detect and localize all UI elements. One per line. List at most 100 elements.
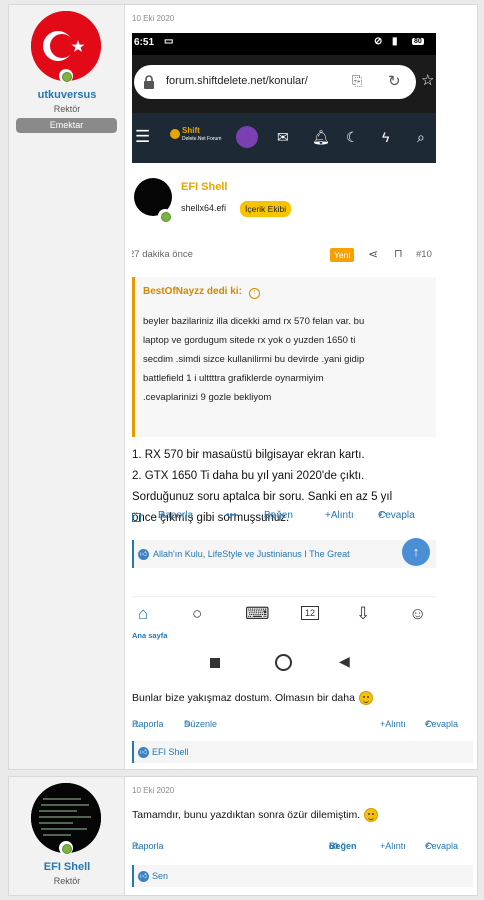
post-content: 10 Eki 2020 6:51 ▭ ⊘ ▮ 80 forum.shiftdel… [126, 5, 477, 769]
status-time: 6:51 [134, 37, 155, 48]
like-label: Beğen [264, 510, 293, 521]
message-text: Tamamdır, bunu yazdıktan sonra özür dile… [132, 809, 361, 821]
report-label: Raporla [132, 719, 164, 729]
bottom-nav: ⌂ Ana sayfa ○ ⌨ 12 ⇩ ☺ [132, 596, 436, 641]
share-icon[interactable]: ⋖ [368, 247, 378, 261]
post-date[interactable]: 10 Eki 2020 [132, 786, 174, 795]
download-icon[interactable]: ⇩ [356, 604, 370, 624]
battery-level: 80 [412, 38, 424, 45]
status-bar: 6:51 ▭ ⊘ ▮ 80 [132, 33, 436, 55]
quote-block: BestOfNayzz dedi ki: ↑ beyler bazilarini… [132, 277, 436, 437]
site-logo-icon [170, 129, 180, 139]
quote-button[interactable]: + Alıntı [380, 719, 406, 729]
attached-screenshot[interactable]: 6:51 ▭ ⊘ ▮ 80 forum.shiftdelete.net/konu… [132, 33, 436, 686]
more-label: ••• [226, 510, 237, 521]
reply-label: Cevapla [425, 841, 459, 851]
reload-icon[interactable]: ↻ [388, 72, 401, 90]
author-subtitle: shellx64.efi [181, 203, 227, 213]
select-checkbox[interactable] [132, 513, 141, 522]
search-icon[interactable]: ○ [192, 604, 202, 624]
user-cell: EFI Shell Rektör [9, 777, 125, 895]
hamburger-menu-icon[interactable]: ☰ [135, 127, 150, 147]
edit-label: Düzenle [184, 719, 218, 729]
profile-icon[interactable]: ☺ [409, 604, 426, 624]
online-status-icon [59, 841, 73, 855]
likes-text[interactable]: Allah'ın Kulu, LifeStyle ve Justinianus … [153, 549, 350, 559]
quote-label: Alıntı [330, 510, 354, 521]
system-nav: ◀ [132, 641, 436, 686]
user-avatar-icon[interactable] [236, 126, 258, 148]
quote-line: secdim .simdi sizce kullanilirmi bu devi… [143, 354, 365, 365]
reply-label: Cevapla [378, 510, 415, 521]
bell-icon[interactable]: 🔔︎ [312, 129, 330, 146]
smile-emoji-icon [358, 691, 373, 705]
quote-line: laptop ve gordugum sitede rx yok o yuzde… [143, 335, 356, 346]
author-badge: İçerik Ekibi [240, 201, 292, 217]
moon-icon[interactable]: ☾ [346, 129, 359, 146]
bookmark-icon[interactable]: ⊓ [394, 247, 403, 260]
lightning-icon[interactable]: ϟ [382, 129, 389, 145]
username[interactable]: EFI Shell [9, 861, 125, 873]
bookmark-star-icon[interactable]: ☆ [421, 71, 434, 89]
quote-author[interactable]: BestOfNayzz dedi ki: ↑ [143, 286, 260, 299]
author-name[interactable]: EFI Shell [181, 181, 227, 193]
report-label: Raporla [158, 510, 194, 521]
quote-line: .cevaplarinizi 9 gozle bekliyom [143, 392, 272, 403]
online-status-icon [158, 209, 172, 223]
likes-text[interactable]: EFI Shell [152, 747, 189, 757]
quote-button[interactable]: + Alıntı [325, 510, 354, 521]
inbox-icon[interactable]: ✉ [277, 129, 289, 146]
gamepad-icon[interactable]: ⌨ [245, 604, 270, 624]
site-logo-text[interactable]: Shift [182, 126, 200, 135]
time-ago[interactable]: 27 dakika önce [132, 249, 193, 260]
site-logo-sub: Delete.Net Forum [182, 136, 222, 142]
user-title: Rektör [53, 104, 81, 114]
username[interactable]: utkuversus [9, 89, 125, 101]
home-icon[interactable]: ⌂ [138, 604, 148, 624]
screenshot-likes: 👍︎ Allah'ın Kulu, LifeStyle ve Justinian… [132, 540, 436, 568]
like-bubble-icon: 👍︎ [138, 548, 149, 560]
likes-text[interactable]: Sen [152, 871, 168, 881]
like-label: Beğen [329, 841, 357, 851]
like-bubble-icon: 👍︎ [138, 746, 149, 758]
url-field[interactable]: forum.shiftdelete.net/konular/ ⎘ ↻ [134, 65, 416, 99]
screen-icon: ▭ [164, 36, 174, 47]
scroll-up-button[interactable]: ↑ [402, 538, 430, 566]
quote-line: battlefield 1 i ulttttra grafiklerde oyn… [143, 373, 324, 384]
post-content: 10 Eki 2020 Tamamdır, bunu yazdıktan son… [126, 777, 477, 895]
recents-icon[interactable] [210, 658, 220, 668]
back-icon[interactable]: ◀ [339, 653, 350, 670]
report-label: Raporla [132, 841, 164, 851]
smile-emoji-icon [364, 808, 379, 822]
search-icon[interactable]: ⌕ [417, 129, 425, 146]
more-button[interactable]: ••• ⌄ [226, 510, 237, 521]
post-message: Bunlar bize yakışmaz dostum. Olmasın bir… [132, 691, 373, 705]
home-button-icon[interactable] [275, 654, 292, 671]
lock-icon [144, 75, 154, 89]
post-message: Tamamdır, bunu yazdıktan sonra özür dile… [132, 808, 379, 822]
post-date[interactable]: 10 Eki 2020 [132, 14, 174, 23]
online-status-icon [59, 69, 73, 83]
answer-line: 2. GTX 1650 Ti daha bu yıl yani 2020'de … [132, 470, 365, 482]
like-bubble-icon: 👍︎ [138, 870, 149, 882]
post-actions: ⚠ Raporla 👍︎ Beğen + Alıntı ↶ Cevapla [132, 841, 477, 855]
go-to-quote-icon[interactable]: ↑ [248, 288, 260, 299]
quote-button[interactable]: + Alıntı [380, 841, 406, 851]
post-actions: ⚠ Raporla ✎ Düzenle + Alıntı ↶ Cevapla [132, 719, 477, 733]
reader-icon[interactable]: ⎘ [352, 73, 362, 89]
likes-bar: 👍︎ Sen [132, 865, 473, 887]
user-cell: utkuversus Rektör Emektar [9, 5, 125, 769]
user-title: Rektör [53, 876, 81, 886]
signal-icon: ▮ [392, 36, 398, 47]
user-banner: Emektar [16, 118, 117, 133]
browser-url-bar: forum.shiftdelete.net/konular/ ⎘ ↻ ☆ [132, 55, 436, 113]
screenshot-actions: ⚠ Raporla ••• ⌄ 👍︎ Beğen + Alıntı ↶ Cevapla [132, 510, 436, 526]
quote-label: Alıntı [385, 719, 406, 729]
reply-label: Cevapla [425, 719, 459, 729]
post-number[interactable]: #10 [416, 249, 432, 260]
quote-label: Alıntı [385, 841, 406, 851]
tabs-count[interactable]: 12 [301, 606, 320, 620]
new-badge: Yeni [330, 248, 355, 262]
home-label[interactable]: Ana sayfa [132, 631, 167, 640]
quote-body: beyler bazilariniz illa dicekki amd rx 5… [143, 312, 433, 407]
